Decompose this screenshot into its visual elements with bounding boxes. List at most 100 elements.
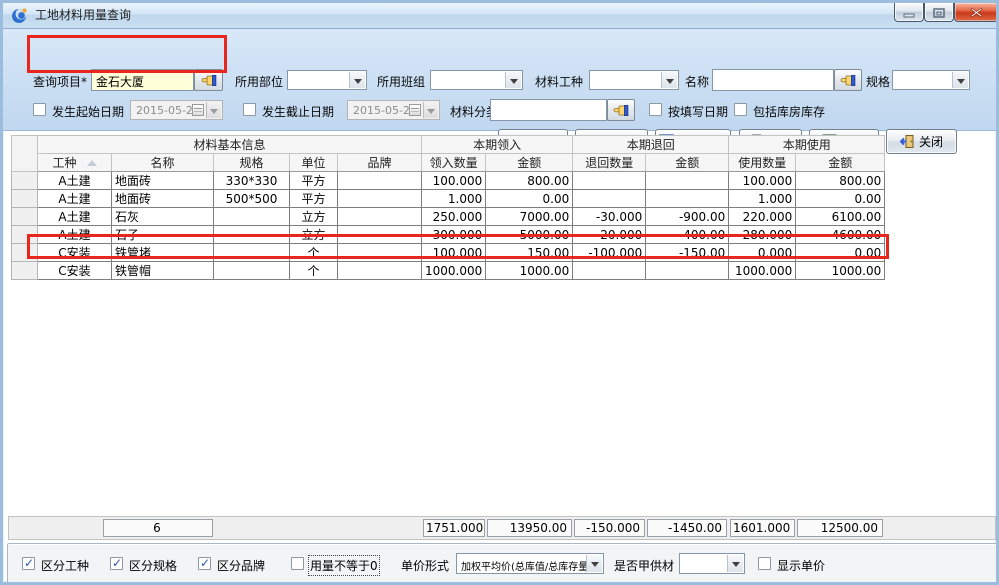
close-window-button-label: 关闭 bbox=[919, 133, 943, 150]
table-cell bbox=[646, 172, 729, 190]
project-picker-button[interactable] bbox=[194, 69, 223, 91]
table-cell bbox=[214, 262, 290, 280]
table-cell: -900.00 bbox=[646, 208, 729, 226]
row-indicator bbox=[12, 244, 38, 262]
team-select[interactable] bbox=[430, 70, 523, 90]
table-cell: 0.00 bbox=[486, 190, 573, 208]
table-row[interactable]: A土建地面砖330*330平方100.000800.00100.000800.0… bbox=[12, 172, 885, 190]
material-category-input[interactable] bbox=[490, 99, 607, 121]
column-header-name[interactable]: 名称 bbox=[112, 154, 214, 172]
table-cell: 280.000 bbox=[729, 226, 796, 244]
table-cell: 4600.00 bbox=[796, 226, 885, 244]
close-button[interactable] bbox=[954, 3, 998, 22]
summary-used-qty: 1601.000 bbox=[730, 519, 795, 537]
title-bar: 工地材料用量查询 bbox=[3, 3, 996, 29]
table-cell bbox=[573, 190, 646, 208]
close-window-button[interactable]: 关闭 bbox=[886, 129, 957, 154]
end-date-field[interactable]: 2015-05-27 bbox=[347, 100, 440, 120]
column-header-received-amount[interactable]: 金额 bbox=[486, 154, 573, 172]
table-cell: 1000.000 bbox=[729, 262, 796, 280]
column-header-used-qty[interactable]: 使用数量 bbox=[729, 154, 796, 172]
include-warehouse-checkbox[interactable] bbox=[734, 103, 747, 116]
column-header-unit[interactable]: 单位 bbox=[290, 154, 338, 172]
table-cell: 0.000 bbox=[729, 244, 796, 262]
table-group-header-row: 材料基本信息 本期领入 本期退回 本期使用 bbox=[12, 136, 885, 154]
close-door-icon bbox=[900, 134, 915, 149]
table-cell: A土建 bbox=[38, 208, 112, 226]
table-row[interactable]: A土建地面砖500*500平方1.0000.001.0000.00 bbox=[12, 190, 885, 208]
hand-pointer-icon bbox=[201, 73, 217, 87]
table-cell: -100.000 bbox=[573, 244, 646, 262]
row-indicator bbox=[12, 226, 38, 244]
material-trade-select[interactable] bbox=[589, 70, 679, 90]
name-input[interactable] bbox=[712, 69, 834, 91]
department-label: 所用部位 bbox=[235, 73, 283, 90]
window-title: 工地材料用量查询 bbox=[35, 3, 131, 28]
end-date-label: 发生截止日期 bbox=[262, 103, 334, 120]
project-label: 查询项目* bbox=[33, 73, 87, 90]
name-picker-button[interactable] bbox=[834, 69, 862, 91]
chevron-down-icon bbox=[206, 102, 221, 118]
column-header-spec[interactable]: 规格 bbox=[214, 154, 290, 172]
column-header-received-qty[interactable]: 领入数量 bbox=[422, 154, 486, 172]
start-date-label: 发生起始日期 bbox=[52, 103, 124, 120]
price-mode-label: 单价形式 bbox=[401, 557, 449, 574]
distinguish-brand-checkbox[interactable] bbox=[198, 557, 211, 570]
summary-bar: 6 1751.000 13950.00 -150.000 -1450.00 16… bbox=[8, 516, 996, 540]
table-row[interactable]: C安装铁管堵个100.000150.00-100.000-150.000.000… bbox=[12, 244, 885, 262]
department-select[interactable] bbox=[287, 70, 367, 90]
spec-select[interactable] bbox=[892, 70, 970, 90]
table-cell bbox=[646, 262, 729, 280]
table-cell bbox=[338, 208, 422, 226]
column-header-returned-amount[interactable]: 金额 bbox=[646, 154, 729, 172]
minimize-button[interactable] bbox=[894, 3, 924, 22]
column-header-returned-qty[interactable]: 退回数量 bbox=[573, 154, 646, 172]
material-category-picker-button[interactable] bbox=[607, 99, 635, 121]
table-cell bbox=[214, 208, 290, 226]
show-unit-price-checkbox[interactable] bbox=[758, 557, 771, 570]
table-cell bbox=[573, 262, 646, 280]
maximize-button[interactable] bbox=[924, 3, 954, 22]
end-date-checkbox[interactable] bbox=[243, 103, 256, 116]
table-cell: A土建 bbox=[38, 226, 112, 244]
table-cell: 0.00 bbox=[796, 244, 885, 262]
table-cell: 7000.00 bbox=[486, 208, 573, 226]
table-cell bbox=[214, 226, 290, 244]
table-cell: 5000.00 bbox=[486, 226, 573, 244]
owner-supplied-label: 是否甲供材 bbox=[614, 557, 674, 574]
chevron-down-icon bbox=[952, 72, 968, 88]
project-input[interactable]: 金石大厦 bbox=[91, 69, 194, 91]
table-cell: 立方 bbox=[290, 226, 338, 244]
table-cell: 平方 bbox=[290, 190, 338, 208]
start-date-checkbox[interactable] bbox=[33, 103, 46, 116]
distinguish-trade-checkbox[interactable] bbox=[22, 557, 35, 570]
price-mode-select[interactable]: 加权平均价(总库值/总库存量) bbox=[456, 553, 604, 574]
column-header-trade[interactable]: 工种 bbox=[38, 154, 112, 172]
by-fill-date-label: 按填写日期 bbox=[668, 103, 728, 120]
table-cell: C安装 bbox=[38, 262, 112, 280]
table-cell: 1.000 bbox=[729, 190, 796, 208]
table-cell: 1.000 bbox=[422, 190, 486, 208]
distinguish-spec-label: 区分规格 bbox=[129, 557, 177, 574]
table-cell: 立方 bbox=[290, 208, 338, 226]
group-returned: 本期退回 bbox=[573, 136, 729, 154]
distinguish-spec-checkbox[interactable] bbox=[110, 557, 123, 570]
usage-nonzero-checkbox[interactable] bbox=[291, 557, 304, 570]
owner-supplied-select[interactable] bbox=[679, 553, 745, 574]
column-header-brand[interactable]: 品牌 bbox=[338, 154, 422, 172]
table-row[interactable]: C安装铁管帽个1000.0001000.001000.0001000.00 bbox=[12, 262, 885, 280]
app-logo-icon bbox=[11, 7, 28, 24]
table-row[interactable]: A土建石灰立方250.0007000.00-30.000-900.00220.0… bbox=[12, 208, 885, 226]
start-date-field[interactable]: 2015-05-27 bbox=[130, 100, 223, 120]
table-cell: 100.000 bbox=[729, 172, 796, 190]
table-cell: 500*500 bbox=[214, 190, 290, 208]
table-cell bbox=[338, 172, 422, 190]
by-fill-date-checkbox[interactable] bbox=[649, 103, 662, 116]
table-cell: 0.00 bbox=[796, 190, 885, 208]
table-row[interactable]: A土建石子立方300.0005000.00-20.000-400.00280.0… bbox=[12, 226, 885, 244]
column-header-used-amount[interactable]: 金额 bbox=[796, 154, 885, 172]
table-cell bbox=[338, 244, 422, 262]
table-cell: 100.000 bbox=[422, 172, 486, 190]
material-usage-table: 材料基本信息 本期领入 本期退回 本期使用 工种 名称 规格 单位 品牌 领入数… bbox=[11, 135, 885, 280]
name-label: 名称 bbox=[685, 73, 709, 90]
